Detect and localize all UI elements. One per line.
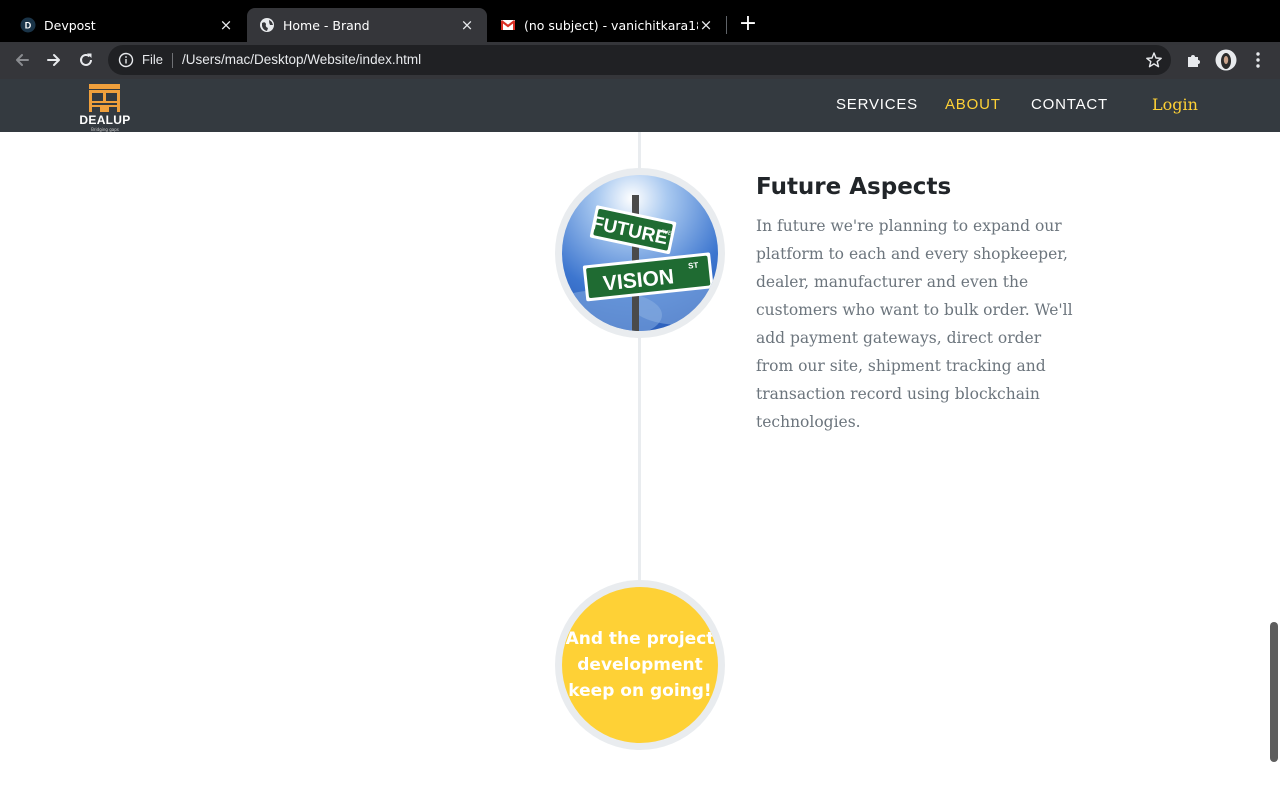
url-text[interactable]: /Users/mac/Desktop/Website/index.html bbox=[182, 52, 421, 67]
sign-vision-suffix: ST bbox=[688, 261, 699, 271]
future-vision-image: FUTURE AVE VISION ST bbox=[562, 175, 718, 331]
profile-avatar-icon[interactable] bbox=[1214, 48, 1238, 72]
address-bar[interactable]: File /Users/mac/Desktop/Website/index.ht… bbox=[108, 45, 1171, 75]
timeline-heading: Future Aspects bbox=[756, 174, 952, 200]
globe-icon bbox=[259, 17, 275, 33]
gmail-icon bbox=[500, 17, 516, 33]
close-tab-icon[interactable]: × bbox=[698, 17, 714, 33]
svg-text:D: D bbox=[25, 21, 32, 31]
tab-title: (no subject) - vanichitkara18@ bbox=[524, 17, 698, 33]
tab-title: Devpost bbox=[44, 17, 96, 33]
timeline-end-badge: And the project development keep on goin… bbox=[562, 587, 718, 743]
star-icon[interactable] bbox=[1145, 51, 1163, 69]
tab-devpost[interactable]: D Devpost × bbox=[8, 8, 246, 42]
end-line-1: And the project bbox=[565, 629, 715, 649]
end-line-2: development bbox=[577, 655, 703, 675]
new-tab-button[interactable]: + bbox=[736, 13, 760, 37]
nav-contact[interactable]: CONTACT bbox=[1031, 96, 1108, 113]
devpost-icon: D bbox=[20, 17, 36, 33]
tab-title: Home - Brand bbox=[283, 17, 370, 33]
tab-home-brand[interactable]: Home - Brand × bbox=[247, 8, 487, 42]
logo-tagline: Bridging gaps bbox=[91, 127, 119, 132]
kebab-menu-icon[interactable] bbox=[1246, 48, 1270, 72]
browser-toolbar: File /Users/mac/Desktop/Website/index.ht… bbox=[0, 42, 1280, 79]
tab-gmail[interactable]: (no subject) - vanichitkara18@ × bbox=[488, 8, 726, 42]
store-icon bbox=[89, 84, 120, 112]
timeline-end-text: And the project development keep on goin… bbox=[566, 626, 715, 704]
dealup-logo[interactable]: DEALUP Bridging gaps bbox=[74, 82, 136, 132]
timeline-end-circle: And the project development keep on goin… bbox=[555, 580, 725, 750]
extensions-icon[interactable] bbox=[1182, 48, 1206, 72]
reload-icon[interactable] bbox=[74, 48, 98, 72]
logo-name: DEALUP bbox=[79, 113, 131, 127]
back-arrow-icon[interactable] bbox=[10, 48, 34, 72]
scheme-label: File bbox=[142, 52, 163, 67]
forward-arrow-icon[interactable] bbox=[42, 48, 66, 72]
end-line-3: keep on going! bbox=[568, 681, 712, 701]
browser-tab-strip: D Devpost × Home - Brand × (no subject) … bbox=[0, 0, 1280, 42]
close-tab-icon[interactable]: × bbox=[218, 17, 234, 33]
timeline-body-text: In future we're planning to expand our p… bbox=[756, 217, 1073, 431]
nav-services[interactable]: SERVICES bbox=[836, 96, 918, 113]
site-navbar: DEALUP Bridging gaps SERVICES ABOUT CONT… bbox=[0, 79, 1280, 132]
close-tab-icon[interactable]: × bbox=[459, 17, 475, 33]
info-icon[interactable] bbox=[118, 52, 134, 68]
address-separator bbox=[172, 53, 173, 68]
scrollbar-thumb[interactable] bbox=[1270, 622, 1278, 762]
login-button[interactable]: Login bbox=[1152, 95, 1198, 114]
nav-about[interactable]: ABOUT bbox=[945, 96, 1001, 113]
tab-separator bbox=[726, 16, 727, 34]
timeline-image-circle: FUTURE AVE VISION ST bbox=[555, 168, 725, 338]
